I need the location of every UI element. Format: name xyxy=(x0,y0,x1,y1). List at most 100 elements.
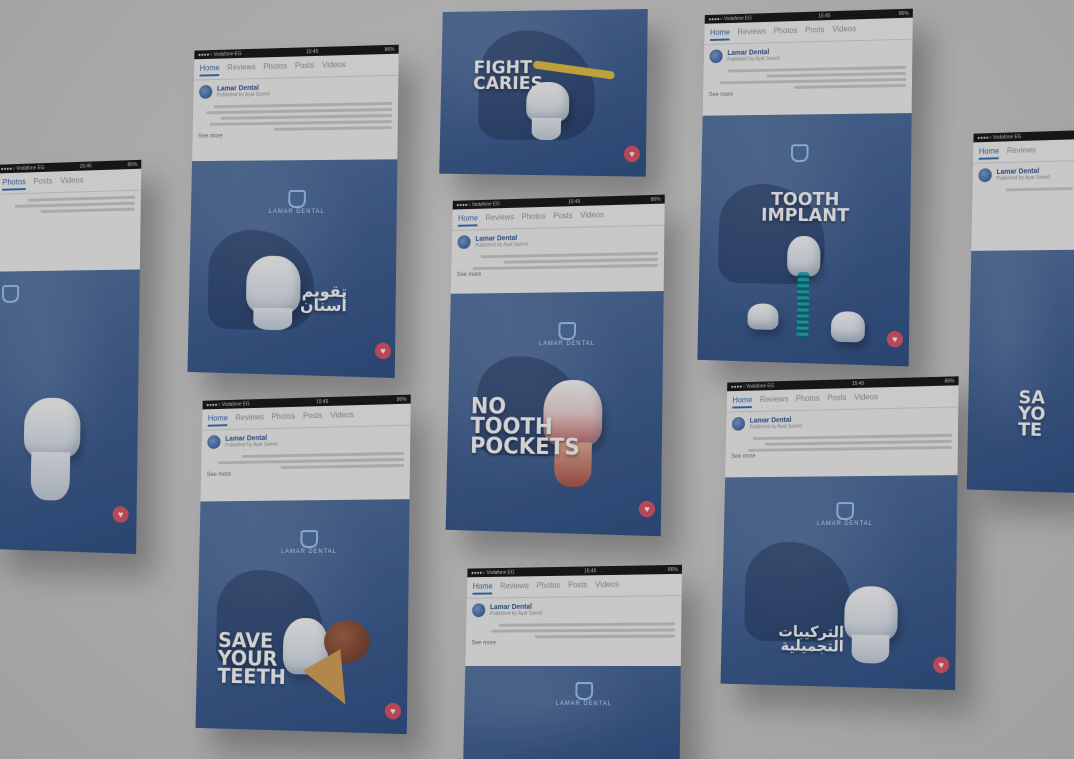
like-heart-icon[interactable]: ♥ xyxy=(623,145,641,163)
post-card-fight-caries: FIGHT CARIES ♥ xyxy=(439,9,648,177)
brand-logo-text: LAMAR DENTAL xyxy=(280,548,337,556)
tab-home[interactable]: Home xyxy=(709,27,731,41)
page-avatar[interactable] xyxy=(709,49,723,64)
page-avatar[interactable] xyxy=(199,84,213,99)
tab-photos[interactable]: Photos xyxy=(796,394,820,407)
tab-videos[interactable]: Videos xyxy=(595,580,619,593)
tab-photos[interactable]: Photos xyxy=(536,581,560,594)
post-headline: SA YO TE xyxy=(1017,387,1046,442)
tab-home[interactable]: Home xyxy=(978,146,1000,160)
tab-reviews[interactable]: Reviews xyxy=(737,27,766,40)
brand-logo xyxy=(1,285,20,303)
tab-home[interactable]: Home xyxy=(207,413,228,427)
post-text xyxy=(466,617,681,639)
tab-photos[interactable]: Photos xyxy=(774,26,798,39)
brand-logo: LAMAR DENTAL xyxy=(539,322,595,347)
tab-home[interactable]: Home xyxy=(457,213,479,227)
time-text: 15:45 xyxy=(851,380,865,387)
tab-photos[interactable]: Photos xyxy=(521,212,546,225)
tab-reviews[interactable]: Reviews xyxy=(485,213,514,226)
post-card-edge-right: ●●●●○ Vodafone EG Home Reviews Lamar Dent… xyxy=(966,130,1074,493)
like-heart-icon[interactable]: ♥ xyxy=(638,500,656,518)
post-image[interactable]: TOOTH IMPLANT ♥ xyxy=(697,113,912,367)
post-image[interactable]: LAMAR DENTAL SAVE YOUR TEETH ♥ xyxy=(195,499,410,735)
tab-posts[interactable]: Posts xyxy=(33,176,52,189)
tab-reviews[interactable]: Reviews xyxy=(235,413,264,426)
page-tabs: Home Reviews Photos Posts Videos xyxy=(466,573,682,599)
tab-videos[interactable]: Videos xyxy=(330,410,354,423)
tab-reviews[interactable]: Reviews xyxy=(1007,145,1036,159)
carrier-text: ●●●●○ Vodafone EG xyxy=(0,164,45,172)
tab-reviews[interactable]: Reviews xyxy=(227,62,256,75)
carrier-text: ●●●●○ Vodafone EG xyxy=(708,15,752,23)
tab-videos[interactable]: Videos xyxy=(580,210,604,223)
publisher-text: Published by Ayat Saeed xyxy=(489,610,543,617)
page-avatar[interactable] xyxy=(471,603,486,618)
post-image[interactable]: LAMAR DENTAL xyxy=(463,666,681,759)
post-image[interactable]: ♥ xyxy=(0,269,140,554)
tab-reviews[interactable]: Reviews xyxy=(760,395,789,408)
tooth-logo-icon xyxy=(836,502,854,521)
post-image[interactable]: LAMAR DENTAL تقويم أسنان ♥ xyxy=(187,159,398,379)
tab-photos[interactable]: Photos xyxy=(271,412,295,425)
implant-crown-icon xyxy=(786,235,821,277)
post-card-cosmetic: ●●●●○ Vodafone EG 15:45 86% Home Reviews Pho… xyxy=(720,376,959,691)
battery-text: 86% xyxy=(667,566,678,573)
tab-photos[interactable]: Photos xyxy=(2,177,26,191)
implant-crown-right-icon xyxy=(830,311,866,343)
mockup-stage: ●●●●○ Vodafone EG 15:45 86% Photos Posts Vid… xyxy=(0,0,1074,759)
tab-photos[interactable]: Photos xyxy=(263,62,287,75)
brand-logo-text: LAMAR DENTAL xyxy=(816,520,873,528)
battery-text: 86% xyxy=(650,196,661,203)
tab-videos[interactable]: Videos xyxy=(60,176,84,189)
carrier-text: ●●●●○ Vodafone EG xyxy=(977,133,1022,141)
like-heart-icon[interactable]: ♥ xyxy=(933,656,950,674)
like-heart-icon[interactable]: ♥ xyxy=(384,702,402,720)
tab-home[interactable]: Home xyxy=(472,581,493,595)
like-heart-icon[interactable]: ♥ xyxy=(374,342,392,360)
post-image[interactable]: FIGHT CARIES ♥ xyxy=(439,9,648,177)
like-heart-icon[interactable]: ♥ xyxy=(886,330,903,348)
post-text xyxy=(193,97,398,132)
page-tabs: Home Reviews xyxy=(972,139,1074,164)
post-headline: التركيبات التجميلية xyxy=(778,622,845,656)
post-header: Lamar Dental Published by Ayat Saeed xyxy=(973,161,1074,184)
tab-posts[interactable]: Posts xyxy=(553,211,572,224)
brand-logo-text: LAMAR DENTAL xyxy=(538,340,595,348)
battery-text: 86% xyxy=(384,46,395,53)
brand-logo: LAMAR DENTAL xyxy=(281,530,337,555)
tab-videos[interactable]: Videos xyxy=(854,392,878,405)
tab-posts[interactable]: Posts xyxy=(303,411,322,424)
post-image[interactable]: LAMAR DENTAL التركيبات التجميلية ♥ xyxy=(720,475,958,691)
see-more-link[interactable]: See more xyxy=(201,467,410,482)
tab-videos[interactable]: Videos xyxy=(832,24,856,38)
publisher-text: Published by Ayat Saeed xyxy=(727,55,780,63)
post-image[interactable]: SA YO TE xyxy=(966,249,1074,493)
tooth-logo-icon xyxy=(1,285,20,303)
tab-posts[interactable]: Posts xyxy=(805,25,824,38)
tab-posts[interactable]: Posts xyxy=(295,61,315,74)
tooth-logo-icon xyxy=(287,190,306,209)
see-more-link[interactable]: See more xyxy=(451,267,664,282)
post-text xyxy=(972,182,1074,192)
see-more-link[interactable]: See more xyxy=(725,449,957,464)
carrier-text: ●●●●○ Vodafone EG xyxy=(198,50,242,58)
tab-videos[interactable]: Videos xyxy=(322,60,346,73)
post-headline: NO TOOTH POCKETS xyxy=(469,394,581,461)
see-more-link[interactable]: See more xyxy=(192,129,397,144)
battery-text: 86% xyxy=(127,161,138,168)
see-more-link[interactable]: See more xyxy=(466,638,681,651)
page-avatar[interactable] xyxy=(457,235,471,250)
page-avatar[interactable] xyxy=(207,435,221,449)
tab-home[interactable]: Home xyxy=(199,63,220,77)
time-text: 15:45 xyxy=(818,12,831,19)
page-avatar[interactable] xyxy=(978,168,992,183)
tab-reviews[interactable]: Reviews xyxy=(500,581,529,594)
tab-posts[interactable]: Posts xyxy=(827,393,846,406)
tab-posts[interactable]: Posts xyxy=(568,580,588,593)
post-image[interactable]: LAMAR DENTAL NO TOOTH POCKETS ♥ xyxy=(445,291,664,537)
tab-home[interactable]: Home xyxy=(732,395,753,409)
like-heart-icon[interactable]: ♥ xyxy=(112,506,129,523)
see-more-link[interactable]: See more xyxy=(703,87,912,102)
page-avatar[interactable] xyxy=(731,416,746,431)
